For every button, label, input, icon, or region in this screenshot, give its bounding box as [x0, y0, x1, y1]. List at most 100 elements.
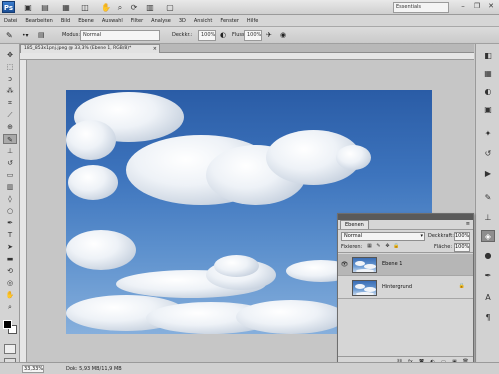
fill-input[interactable]: 100% [454, 243, 470, 252]
tab-layers[interactable]: Ebenen [340, 220, 369, 229]
zoom-tool-icon[interactable]: ⌕ [114, 2, 126, 13]
clone-source-panel-icon[interactable]: ⊥ [481, 212, 495, 224]
brushes-panel-icon[interactable]: ✎ [481, 192, 495, 204]
foreground-color-swatch[interactable] [3, 320, 12, 329]
history-panel-icon[interactable]: ↺ [481, 148, 495, 160]
character-panel-icon[interactable]: A [481, 292, 495, 304]
opacity-input[interactable]: 100% [454, 232, 470, 241]
masks-panel-icon[interactable]: ▣ [481, 104, 495, 116]
adjustments-panel-icon[interactable]: ◐ [481, 86, 495, 98]
hand-tool-icon[interactable]: ✋ [3, 290, 17, 300]
eye-icon[interactable]: 👁 [340, 260, 349, 269]
zoom-tool-icon[interactable]: ⌕ [3, 302, 17, 312]
menu-item-3d[interactable]: 3D [179, 18, 186, 24]
menu-item-datei[interactable]: Datei [4, 18, 17, 24]
workspace-switcher[interactable]: Essentials [393, 2, 449, 13]
color-panel-icon[interactable]: ◧ [481, 50, 495, 62]
brush-tool-icon[interactable]: ✎ [3, 134, 17, 144]
layer-name[interactable]: Ebene 1 [382, 260, 402, 269]
layers-blend-row: Normal ▾ Deckkraft: 100% [338, 229, 473, 241]
menu-item-hilfe[interactable]: Hilfe [247, 18, 258, 24]
path-selection-tool-icon[interactable]: ➤ [3, 242, 17, 252]
menu-item-ebene[interactable]: Ebene [78, 18, 94, 24]
lock-transparency-icon[interactable]: ▦ [366, 243, 373, 250]
brush-panel-toggle-icon[interactable]: ▤ [38, 30, 45, 41]
layer-row-ebene-1[interactable]: 👁 Ebene 1 [338, 254, 473, 276]
layer-name[interactable]: Hintergrund [382, 283, 412, 292]
quick-selection-tool-icon[interactable]: ⁂ [3, 86, 17, 96]
blur-tool-icon[interactable]: ◊ [3, 194, 17, 204]
move-tool-icon[interactable]: ✥ [3, 50, 17, 60]
brush-size-dropdown-icon[interactable]: •▾ [22, 30, 29, 41]
clone-stamp-tool-icon[interactable]: ⊥ [3, 146, 17, 156]
menu-item-bild[interactable]: Bild [61, 18, 70, 24]
horizontal-ruler[interactable] [20, 53, 474, 60]
crop-tool-icon[interactable]: ⌗ [3, 98, 17, 108]
blend-mode-select[interactable]: Normal ▾ [341, 232, 425, 241]
eraser-tool-icon[interactable]: ▭ [3, 170, 17, 180]
rotate-view-icon[interactable]: ⟳ [128, 2, 140, 13]
pen-tool-icon[interactable]: ✒ [3, 218, 17, 228]
healing-brush-tool-icon[interactable]: ⊕ [3, 122, 17, 132]
layer-thumbnail [352, 257, 377, 273]
mini-bridge-icon[interactable]: ▤ [38, 2, 52, 13]
pressure-size-icon[interactable]: ◉ [280, 30, 286, 41]
panel-menu-icon[interactable]: ≡ [466, 221, 470, 227]
shape-tool-icon[interactable]: ▬ [3, 254, 17, 264]
styles-panel-icon[interactable]: ✦ [481, 128, 495, 140]
pressure-opacity-icon[interactable]: ◐ [220, 30, 226, 41]
quick-mask-icon[interactable] [4, 344, 16, 354]
cloud-shape [336, 145, 371, 170]
fill-label: Fläche: [434, 244, 453, 250]
menu-item-bearbeiten[interactable]: Bearbeiten [25, 18, 52, 24]
screen-mode-icon[interactable]: ▢ [162, 2, 178, 13]
visibility-toggle[interactable] [340, 283, 349, 292]
close-icon[interactable]: ✕ [485, 2, 497, 12]
swatches-panel-icon[interactable]: ▦ [481, 68, 495, 80]
menu-item-analyse[interactable]: Analyse [151, 18, 171, 24]
lock-all-icon[interactable]: 🔒 [393, 243, 400, 250]
cloud-shape [214, 255, 259, 277]
minimize-icon[interactable]: – [457, 2, 469, 12]
close-document-icon[interactable]: × [153, 45, 157, 53]
eyedropper-tool-icon[interactable]: ⟋ [3, 110, 17, 120]
type-tool-icon[interactable]: T [3, 230, 17, 240]
zoom-level-icon[interactable]: ◫ [78, 2, 92, 13]
dodge-tool-icon[interactable]: ○ [3, 206, 17, 216]
deckkraft-input[interactable]: 100% [198, 30, 216, 41]
channels-panel-icon[interactable]: ● [481, 250, 495, 262]
lasso-tool-icon[interactable]: ↄ [3, 74, 17, 84]
brush-preset-icon[interactable]: ✎ [6, 30, 13, 41]
modus-select[interactable]: Normal [80, 30, 160, 41]
menu-item-filter[interactable]: Filter [131, 18, 143, 24]
3d-orbit-tool-icon[interactable]: ◎ [3, 278, 17, 288]
fluss-input[interactable]: 100% [244, 30, 262, 41]
view-extras-icon[interactable]: ▦ [58, 2, 74, 13]
bridge-icon[interactable]: ▣ [22, 2, 34, 13]
airbrush-icon[interactable]: ✈ [266, 30, 272, 41]
vertical-ruler[interactable] [20, 60, 27, 362]
hand-tool-icon[interactable]: ✋ [100, 2, 112, 13]
zoom-level-input[interactable]: 33,33% [22, 365, 44, 373]
arrange-documents-icon[interactable]: ▥ [142, 2, 158, 13]
document-tab[interactable]: 185_853x1pnj.jpeg @ 33,3% (Ebene 1, RGB/… [20, 44, 160, 53]
menu-item-ansicht[interactable]: Ansicht [194, 18, 212, 24]
paragraph-panel-icon[interactable]: ¶ [481, 312, 495, 324]
lock-position-icon[interactable]: ✥ [384, 243, 391, 250]
marquee-tool-icon[interactable]: ⬚ [3, 62, 17, 72]
lock-icon: 🔒 [458, 283, 465, 289]
lock-image-icon[interactable]: ✎ [375, 243, 382, 250]
actions-panel-icon[interactable]: ▶ [481, 168, 495, 180]
paths-panel-icon[interactable]: ✒ [481, 270, 495, 282]
history-brush-tool-icon[interactable]: ↺ [3, 158, 17, 168]
layer-row-hintergrund[interactable]: Hintergrund 🔒 [338, 277, 473, 299]
application-bar: Ps ▣ ▤ ▦ ◫ ✋ ⌕ ⟳ ▥ ▢ Essentials – ❐ ✕ [0, 0, 499, 15]
menu-item-fenster[interactable]: Fenster [220, 18, 239, 24]
menu-item-auswahl[interactable]: Auswahl [102, 18, 123, 24]
layers-panel-icon[interactable]: ◈ [481, 230, 495, 242]
gradient-tool-icon[interactable]: ▥ [3, 182, 17, 192]
3d-rotate-tool-icon[interactable]: ⟲ [3, 266, 17, 276]
restore-icon[interactable]: ❐ [471, 2, 483, 12]
options-bar: ✎ •▾ ▤ Modus: Normal Deckkr.: 100% ◐ Flu… [0, 27, 499, 44]
document-info[interactable]: Dok: 5,93 MB/11,9 MB [66, 365, 122, 373]
